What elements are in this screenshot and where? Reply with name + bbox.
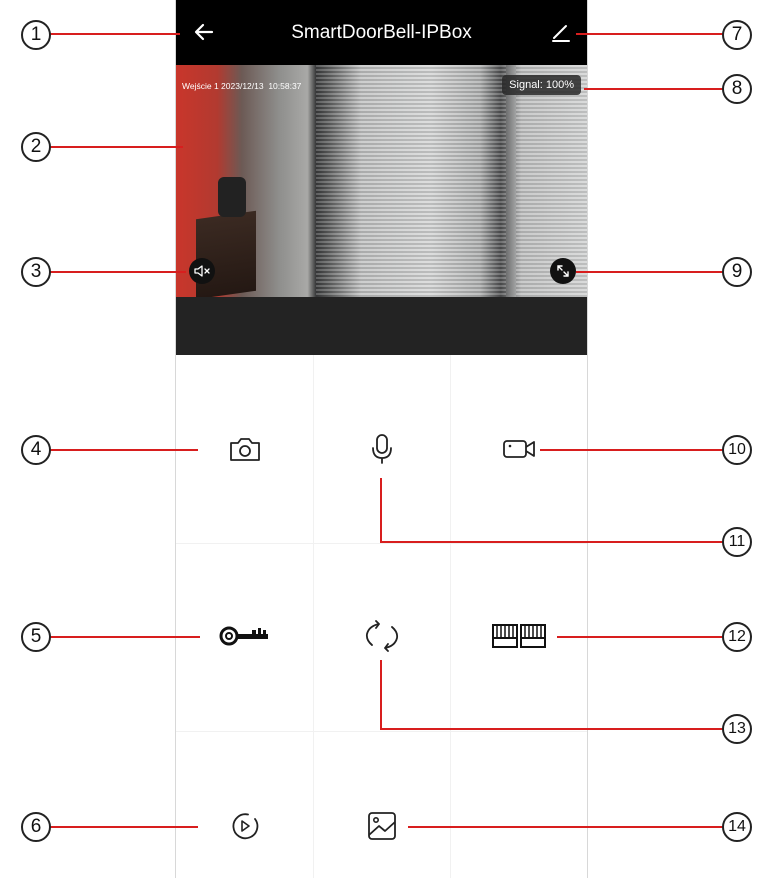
phone-screen: SmartDoorBell-IPBox Wejście 1 2023/12/13… xyxy=(175,0,588,878)
video-bottom-band xyxy=(176,297,587,355)
callout-line xyxy=(48,826,198,828)
key-icon xyxy=(219,626,268,646)
signal-badge: Signal: 100% xyxy=(502,75,581,95)
speaker-muted-icon[interactable] xyxy=(189,258,215,284)
microphone-icon xyxy=(372,434,392,464)
callout-line xyxy=(48,449,198,451)
callout-line xyxy=(576,271,726,273)
callout-badge: 4 xyxy=(21,435,51,465)
top-bar: SmartDoorBell-IPBox xyxy=(176,0,587,65)
refresh-icon xyxy=(365,620,399,652)
callout-badge: 3 xyxy=(21,257,51,287)
callout-line xyxy=(380,728,726,730)
video-osd-timestamp: Wejście 1 2023/12/13 10:58:37 xyxy=(182,81,302,91)
callout-line xyxy=(48,33,180,35)
unlock-button[interactable] xyxy=(215,611,275,661)
callout-badge: 5 xyxy=(21,622,51,652)
callout-line xyxy=(380,478,382,541)
callout-line xyxy=(408,826,726,828)
callout-line xyxy=(48,636,200,638)
callout-badge: 7 xyxy=(722,20,752,50)
playback-button[interactable] xyxy=(215,801,275,851)
callout-badge: 2 xyxy=(21,132,51,162)
callout-badge: 10 xyxy=(722,435,752,465)
callout-badge: 12 xyxy=(722,622,752,652)
video-camera-icon xyxy=(503,440,535,458)
callout-badge: 13 xyxy=(722,714,752,744)
snapshot-button[interactable] xyxy=(215,424,275,474)
play-circle-icon xyxy=(232,813,259,840)
callout-badge: 1 xyxy=(21,20,51,50)
video-scene-desk xyxy=(196,210,256,297)
callout-line xyxy=(557,636,726,638)
switch-button[interactable] xyxy=(352,611,412,661)
callout-badge: 11 xyxy=(722,527,752,557)
image-icon xyxy=(368,812,396,840)
callout-badge: 9 xyxy=(722,257,752,287)
callout-line xyxy=(576,33,726,35)
callout-line xyxy=(48,271,186,273)
gate-button[interactable] xyxy=(489,611,549,661)
live-video-view[interactable]: Wejście 1 2023/12/13 10:58:37 Signal: 10… xyxy=(176,65,587,297)
grid-divider xyxy=(176,731,587,732)
fullscreen-icon[interactable] xyxy=(550,258,576,284)
camera-icon xyxy=(230,438,260,461)
callout-line xyxy=(584,88,726,90)
grid-divider xyxy=(313,355,314,878)
video-scene-bag xyxy=(218,177,246,217)
callout-line xyxy=(48,146,183,148)
callout-line xyxy=(380,541,726,543)
pencil-icon[interactable] xyxy=(549,20,573,44)
page-title: SmartDoorBell-IPBox xyxy=(291,22,472,43)
grid-divider xyxy=(450,355,451,878)
video-scene-blinds-right xyxy=(516,65,587,297)
video-scene-blinds xyxy=(316,65,506,297)
gate-icon xyxy=(492,624,546,648)
gallery-button[interactable] xyxy=(352,801,412,851)
callout-badge: 14 xyxy=(722,812,752,842)
grid-divider xyxy=(176,543,587,544)
microphone-button[interactable] xyxy=(352,424,412,474)
callout-line xyxy=(380,660,382,728)
callout-badge: 8 xyxy=(722,74,752,104)
callout-line xyxy=(540,449,726,451)
callout-badge: 6 xyxy=(21,812,51,842)
